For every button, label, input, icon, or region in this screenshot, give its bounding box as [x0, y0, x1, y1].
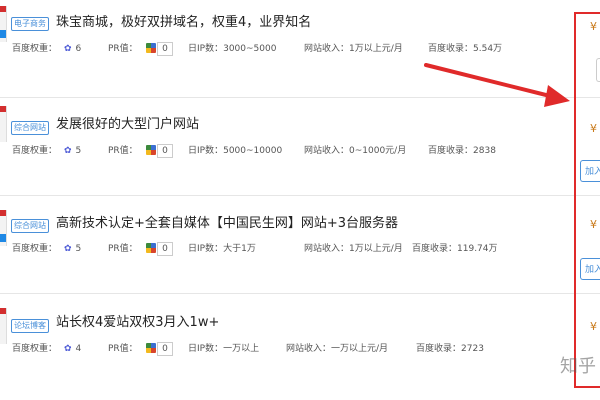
category-tag: 综合网站	[11, 121, 49, 135]
pr-label: PR值：	[108, 146, 138, 156]
pr-label: PR值：	[108, 44, 138, 54]
revenue-label: 网站收入：	[304, 146, 350, 156]
pr-value: 0	[157, 242, 173, 256]
category-tag: 论坛博客	[11, 319, 49, 333]
baidu-index-label: 百度收录：	[428, 146, 474, 156]
listing-title[interactable]: 高新技术认定+全套自媒体【中国民生网】网站+3台服务器	[56, 215, 398, 233]
baidu-index-label: 百度收录：	[416, 344, 462, 354]
paw-icon: ✿	[64, 344, 72, 354]
price-icon: ¥	[590, 320, 597, 333]
baidu-index-value: 2723	[461, 344, 484, 354]
baidu-weight-label: 百度权重：	[12, 146, 58, 156]
revenue-value: 0~1000元/月	[349, 146, 407, 156]
paw-icon: ✿	[64, 244, 72, 254]
price-icon: ¥	[590, 218, 597, 231]
annotation-arrow-icon	[424, 63, 570, 107]
revenue-label: 网站收入：	[304, 44, 350, 54]
baidu-weight-label: 百度权重：	[12, 244, 58, 254]
price-icon: ¥	[590, 20, 597, 33]
pr-value: 0	[157, 342, 173, 356]
price-icon: ¥	[590, 122, 597, 135]
baidu-index-value: 5.54万	[473, 44, 503, 54]
revenue-value: 1万以上元/月	[349, 44, 403, 54]
add-button[interactable]: 加入	[580, 160, 600, 182]
revenue-value: 一万以上元/月	[331, 344, 389, 354]
baidu-weight-value: 6	[75, 44, 82, 54]
daily-ip-value: 大于1万	[223, 244, 256, 254]
daily-ip-label: 日IP数：	[188, 146, 224, 156]
baidu-index-value: 119.74万	[457, 244, 498, 254]
revenue-label: 网站收入：	[286, 344, 332, 354]
site-thumbnail[interactable]	[0, 308, 7, 344]
google-icon	[146, 43, 156, 53]
baidu-index-label: 百度收录：	[412, 244, 458, 254]
daily-ip-label: 日IP数：	[188, 244, 224, 254]
daily-ip-value: 3000~5000	[223, 44, 277, 54]
watermark: 知乎	[560, 356, 596, 377]
site-thumbnail[interactable]	[0, 210, 7, 246]
baidu-weight-value: 5	[75, 244, 82, 254]
paw-icon: ✿	[64, 146, 72, 156]
listing-page: 电子商务 珠宝商城，极好双拼域名，权重4，业界知名 百度权重： ✿ 6 PR值： …	[0, 0, 600, 400]
site-thumbnail[interactable]	[0, 6, 7, 42]
google-icon	[146, 243, 156, 253]
add-button[interactable]: 加入	[580, 258, 600, 280]
list-item[interactable]: 论坛博客 站长权4爱站双权3月入1w+ 百度权重： ✿ 4 PR值： 0 日IP数…	[0, 294, 600, 400]
listing-title[interactable]: 发展很好的大型门户网站	[56, 116, 199, 134]
baidu-weight-value: 4	[75, 344, 82, 354]
daily-ip-value: 5000~10000	[223, 146, 283, 156]
category-tag: 电子商务	[11, 17, 49, 31]
paw-icon: ✿	[64, 44, 72, 54]
pr-value: 0	[157, 42, 173, 56]
pr-label: PR值：	[108, 244, 138, 254]
daily-ip-label: 日IP数：	[188, 344, 224, 354]
list-item[interactable]: 综合网站 高新技术认定+全套自媒体【中国民生网】网站+3台服务器 百度权重： ✿…	[0, 196, 600, 294]
baidu-weight-value: 5	[75, 146, 82, 156]
revenue-value: 1万以上元/月	[349, 244, 403, 254]
daily-ip-label: 日IP数：	[188, 44, 224, 54]
listing-title[interactable]: 站长权4爱站双权3月入1w+	[56, 314, 219, 332]
revenue-label: 网站收入：	[304, 244, 350, 254]
site-thumbnail[interactable]	[0, 106, 7, 142]
pr-value: 0	[157, 144, 173, 158]
category-tag: 综合网站	[11, 219, 49, 233]
baidu-weight-label: 百度权重：	[12, 44, 58, 54]
google-icon	[146, 145, 156, 155]
baidu-index-label: 百度收录：	[428, 44, 474, 54]
google-icon	[146, 343, 156, 353]
side-button-partial[interactable]	[596, 58, 600, 82]
baidu-index-value: 2838	[473, 146, 496, 156]
baidu-weight-label: 百度权重：	[12, 344, 58, 354]
pr-label: PR值：	[108, 344, 138, 354]
daily-ip-value: 一万以上	[223, 344, 260, 354]
listing-title[interactable]: 珠宝商城，极好双拼域名，权重4，业界知名	[56, 14, 311, 32]
